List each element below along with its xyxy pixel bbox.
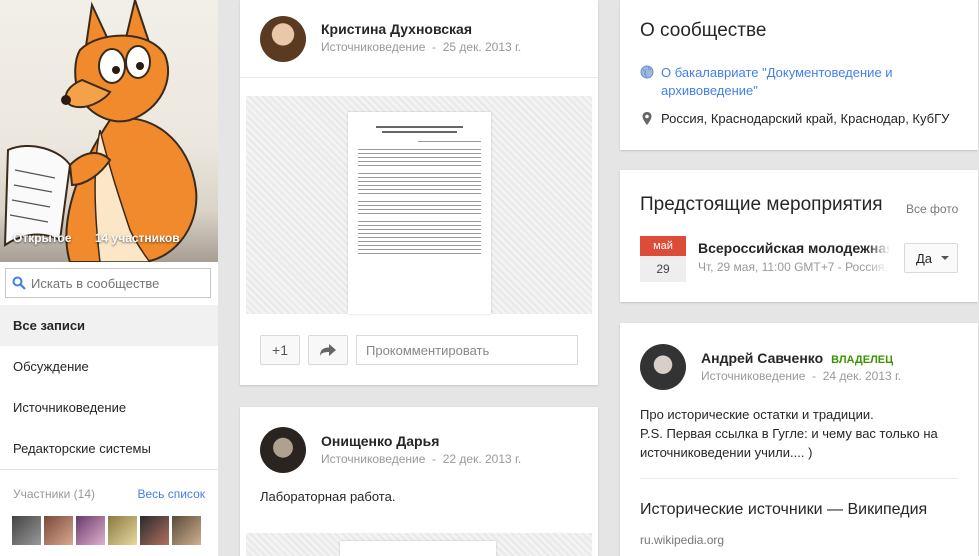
avatar[interactable] xyxy=(260,16,306,62)
post-date[interactable]: 24 дек. 2013 г. xyxy=(823,369,902,383)
community-cover-meta: Открытое 14 участников xyxy=(13,231,200,245)
nav-item-discussion[interactable]: Обсуждение xyxy=(0,346,218,387)
all-photos-link[interactable]: Все фото xyxy=(906,202,958,216)
owner-badge: ВЛАДЕЛЕЦ xyxy=(831,354,894,366)
post-text: Лабораторная работа. xyxy=(260,489,396,504)
member-avatar[interactable] xyxy=(44,516,73,545)
share-icon xyxy=(320,344,336,356)
post-author: Андрей Савченко ВЛАДЕЛЕЦ xyxy=(701,350,893,366)
avatar[interactable] xyxy=(260,427,306,473)
members-avatars xyxy=(12,516,208,545)
post-meta: Источниковедение - 24 дек. 2013 г. xyxy=(701,369,902,383)
post-meta: Источниковедение - 22 дек. 2013 г. xyxy=(321,452,522,466)
link-preview-title[interactable]: Исторические источники — Википедия xyxy=(640,501,927,519)
post-text-line: источниковедении учили.... ) xyxy=(640,445,813,460)
about-card: О сообществе О бакалавриате "Документове… xyxy=(620,0,978,150)
about-title: О сообществе xyxy=(640,20,767,41)
community-privacy: Открытое xyxy=(13,231,72,245)
nav-divider xyxy=(0,469,218,470)
community-search[interactable] xyxy=(5,268,211,298)
post-category[interactable]: Источниковедение xyxy=(321,452,425,466)
post-divider xyxy=(240,77,598,78)
nav-item-editor-systems[interactable]: Редакторские системы xyxy=(0,428,218,469)
events-card: Предстоящие мероприятия Все фото май 29 … xyxy=(620,170,978,302)
document-attachment[interactable] xyxy=(246,533,592,556)
about-location: Россия, Краснодарский край, Краснодар, К… xyxy=(661,111,950,126)
community-nav: Все записи Обсуждение Источниковедение Р… xyxy=(0,305,218,470)
location-pin-icon xyxy=(642,112,652,125)
rsvp-dropdown[interactable]: Да xyxy=(904,243,958,273)
fox-cartoon-image xyxy=(3,0,198,262)
link-preview-url[interactable]: ru.wikipedia.org xyxy=(640,533,724,547)
event-month: май xyxy=(640,236,686,256)
search-input[interactable] xyxy=(31,275,201,291)
plus-one-button[interactable]: +1 xyxy=(260,335,300,365)
share-button[interactable] xyxy=(308,335,348,365)
post-divider xyxy=(640,478,958,479)
post-category[interactable]: Источниковедение xyxy=(321,40,425,54)
search-icon xyxy=(12,276,26,290)
members-label: Участники (14) xyxy=(13,487,96,501)
event-fade xyxy=(866,236,890,280)
community-cover[interactable]: Открытое 14 участников xyxy=(0,0,218,262)
member-avatar[interactable] xyxy=(140,516,169,545)
document-preview xyxy=(340,541,496,556)
avatar[interactable] xyxy=(640,344,686,390)
community-members-count[interactable]: 14 участников xyxy=(95,231,180,245)
post-text-line: Про исторические остатки и традиции. xyxy=(640,407,874,422)
nav-item-all-posts[interactable]: Все записи xyxy=(0,305,218,346)
post-meta: Источниковедение - 25 дек. 2013 г. xyxy=(321,40,522,54)
post-card: Кристина Духновская Источниковедение - 2… xyxy=(240,0,598,385)
members-all-link[interactable]: Весь список xyxy=(137,487,205,501)
member-avatar[interactable] xyxy=(108,516,137,545)
community-sidebar: Открытое 14 участников Все записи Обсужд… xyxy=(0,0,218,556)
member-avatar[interactable] xyxy=(76,516,105,545)
document-preview xyxy=(348,112,491,314)
about-link-row: О бакалавриате "Документоведение и архив… xyxy=(640,64,960,100)
member-avatar[interactable] xyxy=(12,516,41,545)
events-title: Предстоящие мероприятия xyxy=(640,194,883,215)
post-author[interactable]: Онищенко Дарья xyxy=(321,433,439,449)
post-text-line: P.S. Первая ссылка в Гугле: и чему вас т… xyxy=(640,426,938,441)
post-card: Онищенко Дарья Источниковедение - 22 дек… xyxy=(240,407,598,556)
document-attachment[interactable] xyxy=(246,96,592,314)
post-date[interactable]: 22 дек. 2013 г. xyxy=(443,452,522,466)
nav-item-source-studies[interactable]: Источниковедение xyxy=(0,387,218,428)
rsvp-value: Да xyxy=(916,250,933,266)
post-card: Андрей Савченко ВЛАДЕЛЕЦ Источниковедение… xyxy=(620,323,978,556)
event-meta: Чт, 29 мая, 11:00 GMT+7 - Россия, xyxy=(698,260,888,274)
post-category[interactable]: Источниковедение xyxy=(701,369,805,383)
event-day: 29 xyxy=(640,256,686,282)
post-date[interactable]: 25 дек. 2013 г. xyxy=(443,40,522,54)
comment-input[interactable]: Прокомментировать xyxy=(356,335,578,365)
globe-icon xyxy=(640,65,654,79)
about-link[interactable]: О бакалавриате "Документоведение и архив… xyxy=(661,64,960,100)
about-location-row: Россия, Краснодарский край, Краснодар, К… xyxy=(640,111,970,126)
member-avatar[interactable] xyxy=(172,516,201,545)
event-title[interactable]: Всероссийская молодежная xyxy=(698,240,890,256)
chevron-down-icon xyxy=(941,256,950,260)
post-text: Про исторические остатки и традиции. P.S… xyxy=(640,405,970,462)
members-header: Участники (14) Весь список xyxy=(13,487,205,501)
event-date-badge: май 29 xyxy=(640,236,686,282)
post-author[interactable]: Кристина Духновская xyxy=(321,21,472,37)
post-author-name[interactable]: Андрей Савченко xyxy=(701,350,823,366)
